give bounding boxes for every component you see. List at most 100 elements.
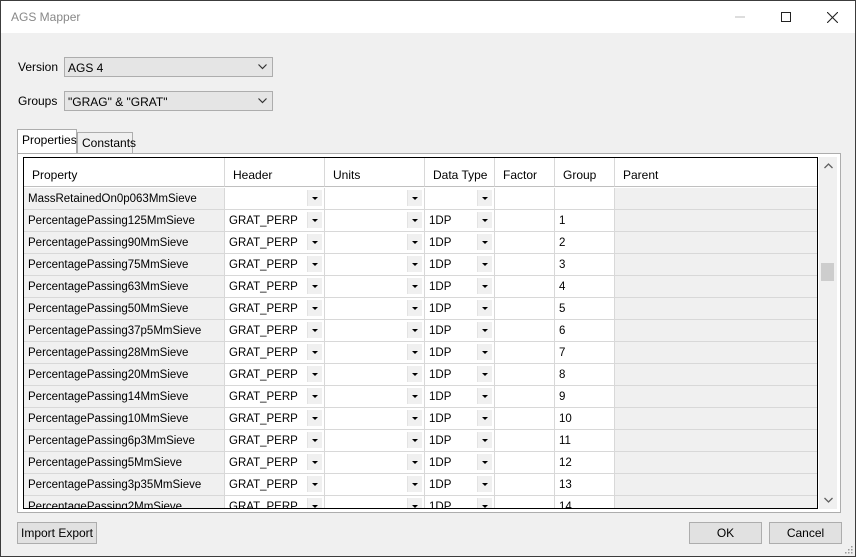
import-export-button[interactable]: Import Export [17, 522, 97, 544]
dropdown-arrow-icon[interactable] [477, 256, 492, 272]
factor-cell[interactable] [495, 474, 555, 496]
dropdown-arrow-icon[interactable] [477, 498, 492, 508]
dropdown-arrow-icon[interactable] [477, 322, 492, 338]
data-type-select[interactable]: 1DP [425, 320, 495, 342]
group-cell[interactable]: 14 [555, 496, 615, 508]
header-select[interactable]: GRAT_PERP [225, 408, 325, 430]
parent-cell[interactable] [615, 452, 817, 474]
data-type-select[interactable]: 1DP [425, 452, 495, 474]
units-select[interactable] [325, 474, 425, 496]
factor-cell[interactable] [495, 430, 555, 452]
minimize-button[interactable] [717, 1, 763, 33]
dropdown-arrow-icon[interactable] [307, 388, 322, 404]
column-header-factor[interactable]: Factor [495, 158, 555, 187]
dropdown-arrow-icon[interactable] [407, 256, 422, 272]
group-cell[interactable]: 1 [555, 210, 615, 232]
maximize-button[interactable] [763, 1, 809, 33]
parent-cell[interactable] [615, 232, 817, 254]
header-select[interactable]: GRAT_PERP [225, 232, 325, 254]
units-select[interactable] [325, 430, 425, 452]
data-type-select[interactable]: 1DP [425, 232, 495, 254]
parent-cell[interactable] [615, 276, 817, 298]
scroll-down-button[interactable] [819, 491, 837, 509]
parent-cell[interactable] [615, 496, 817, 508]
data-type-select[interactable]: 1DP [425, 364, 495, 386]
dropdown-arrow-icon[interactable] [477, 454, 492, 470]
header-select[interactable]: GRAT_PERP [225, 276, 325, 298]
units-select[interactable] [325, 298, 425, 320]
units-select[interactable] [325, 188, 425, 210]
dropdown-arrow-icon[interactable] [407, 344, 422, 360]
header-select[interactable]: GRAT_PERP [225, 474, 325, 496]
units-select[interactable] [325, 254, 425, 276]
data-type-select[interactable]: 1DP [425, 408, 495, 430]
group-cell[interactable]: 6 [555, 320, 615, 342]
units-select[interactable] [325, 320, 425, 342]
data-type-select[interactable]: 1DP [425, 254, 495, 276]
dropdown-arrow-icon[interactable] [307, 366, 322, 382]
dropdown-arrow-icon[interactable] [407, 432, 422, 448]
factor-cell[interactable] [495, 386, 555, 408]
header-select[interactable]: GRAT_PERP [225, 342, 325, 364]
data-type-select[interactable]: 1DP [425, 342, 495, 364]
dropdown-arrow-icon[interactable] [477, 366, 492, 382]
dropdown-arrow-icon[interactable] [407, 322, 422, 338]
group-cell[interactable]: 13 [555, 474, 615, 496]
units-select[interactable] [325, 232, 425, 254]
factor-cell[interactable] [495, 408, 555, 430]
header-select[interactable]: GRAT_PERP [225, 254, 325, 276]
dropdown-arrow-icon[interactable] [307, 344, 322, 360]
dropdown-arrow-icon[interactable] [477, 344, 492, 360]
resize-grip-icon[interactable] [843, 544, 853, 554]
factor-cell[interactable] [495, 452, 555, 474]
grid-vertical-scrollbar[interactable] [819, 157, 837, 509]
group-cell[interactable]: 7 [555, 342, 615, 364]
units-select[interactable] [325, 342, 425, 364]
header-select[interactable]: GRAT_PERP [225, 386, 325, 408]
dropdown-arrow-icon[interactable] [407, 366, 422, 382]
header-select[interactable] [225, 188, 325, 210]
dropdown-arrow-icon[interactable] [407, 476, 422, 492]
parent-cell[interactable] [615, 342, 817, 364]
group-cell[interactable]: 12 [555, 452, 615, 474]
parent-cell[interactable] [615, 254, 817, 276]
dropdown-arrow-icon[interactable] [477, 432, 492, 448]
dropdown-arrow-icon[interactable] [407, 410, 422, 426]
header-select[interactable]: GRAT_PERP [225, 364, 325, 386]
column-header-data-type[interactable]: Data Type [425, 158, 495, 187]
dropdown-arrow-icon[interactable] [407, 498, 422, 508]
groups-select[interactable]: "GRAG" & "GRAT" [64, 91, 273, 111]
dropdown-arrow-icon[interactable] [477, 300, 492, 316]
dropdown-arrow-icon[interactable] [407, 300, 422, 316]
dropdown-arrow-icon[interactable] [307, 322, 322, 338]
factor-cell[interactable] [495, 188, 555, 210]
dropdown-arrow-icon[interactable] [307, 278, 322, 294]
group-cell[interactable]: 10 [555, 408, 615, 430]
tab-constants[interactable]: Constants [77, 132, 136, 153]
units-select[interactable] [325, 386, 425, 408]
cancel-button[interactable]: Cancel [769, 522, 842, 544]
dropdown-arrow-icon[interactable] [477, 212, 492, 228]
parent-cell[interactable] [615, 474, 817, 496]
version-select[interactable]: AGS 4 [64, 57, 273, 77]
close-button[interactable] [809, 1, 855, 33]
units-select[interactable] [325, 276, 425, 298]
data-type-select[interactable] [425, 188, 495, 210]
group-cell[interactable]: 9 [555, 386, 615, 408]
parent-cell[interactable] [615, 364, 817, 386]
data-type-select[interactable]: 1DP [425, 496, 495, 508]
header-select[interactable]: GRAT_PERP [225, 210, 325, 232]
column-header-units[interactable]: Units [325, 158, 425, 187]
parent-cell[interactable] [615, 320, 817, 342]
group-cell[interactable]: 5 [555, 298, 615, 320]
dropdown-arrow-icon[interactable] [407, 234, 422, 250]
parent-cell[interactable] [615, 210, 817, 232]
group-cell[interactable]: 8 [555, 364, 615, 386]
dropdown-arrow-icon[interactable] [407, 212, 422, 228]
data-type-select[interactable]: 1DP [425, 298, 495, 320]
dropdown-arrow-icon[interactable] [307, 432, 322, 448]
dropdown-arrow-icon[interactable] [307, 212, 322, 228]
group-cell[interactable]: 4 [555, 276, 615, 298]
header-select[interactable]: GRAT_PERP [225, 452, 325, 474]
parent-cell[interactable] [615, 430, 817, 452]
